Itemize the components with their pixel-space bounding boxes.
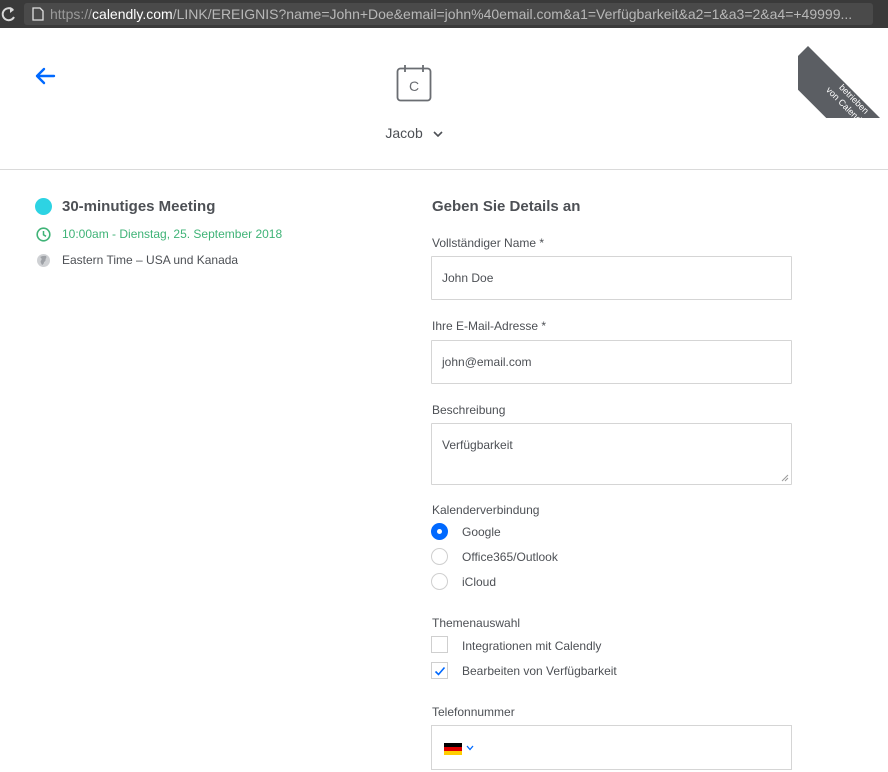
checkmark-icon xyxy=(434,666,446,676)
de-flag-icon[interactable] xyxy=(444,743,462,755)
back-arrow-icon[interactable] xyxy=(34,66,56,86)
url-field[interactable]: https://calendly.com/LINK/EREIGNIS?name=… xyxy=(24,3,873,25)
host-selector[interactable]: Jacob xyxy=(0,125,828,141)
globe-icon xyxy=(37,254,50,267)
radio-icloud[interactable] xyxy=(431,573,448,590)
description-value: Verfügbarkeit xyxy=(442,438,513,452)
calendly-logo-icon: C xyxy=(396,65,432,102)
page-header: C Jacob betrieben von Calendly xyxy=(0,28,888,170)
logo-letter: C xyxy=(409,78,419,94)
host-name: Jacob xyxy=(385,125,423,141)
event-name: 30-minutiges Meeting xyxy=(62,198,216,215)
event-time: 10:00am - Dienstag, 25. September 2018 xyxy=(62,227,283,241)
radio-office365-label[interactable]: Office365/Outlook xyxy=(462,550,558,564)
chevron-down-icon xyxy=(433,131,443,138)
name-label: Vollständiger Name * xyxy=(432,236,545,250)
email-label: Ihre E-Mail-Adresse * xyxy=(432,319,547,333)
powered-by-ribbon[interactable]: betrieben von Calendly xyxy=(798,28,888,118)
checkbox-integrationen[interactable] xyxy=(431,636,448,653)
checkbox-verfuegbarkeit[interactable] xyxy=(431,662,448,679)
phone-field[interactable] xyxy=(431,725,792,770)
url-text[interactable]: https://calendly.com/LINK/EREIGNIS?name=… xyxy=(50,6,870,22)
resize-handle-icon[interactable] xyxy=(781,474,789,482)
checkbox-integrationen-label[interactable]: Integrationen mit Calendly xyxy=(462,639,601,653)
chevron-down-icon[interactable] xyxy=(466,745,474,751)
name-field[interactable]: John Doe xyxy=(431,256,792,300)
topics-label: Themenauswahl xyxy=(432,616,521,630)
description-textarea[interactable]: Verfügbarkeit xyxy=(431,423,792,485)
event-color-dot xyxy=(35,198,52,215)
url-protocol: https:// xyxy=(50,6,93,22)
url-host: calendly.com xyxy=(92,6,173,22)
checkbox-verfuegbarkeit-label[interactable]: Bearbeiten von Verfügbarkeit xyxy=(462,664,617,678)
page-icon xyxy=(32,7,44,21)
description-label: Beschreibung xyxy=(432,403,506,417)
radio-office365[interactable] xyxy=(431,548,448,565)
form-title: Geben Sie Details an xyxy=(432,198,581,215)
event-timezone: Eastern Time – USA und Kanada xyxy=(62,253,239,267)
browser-address-bar: https://calendly.com/LINK/EREIGNIS?name=… xyxy=(0,0,888,28)
radio-google[interactable] xyxy=(431,523,448,540)
ribbon-band: betrieben von Calendly xyxy=(798,46,888,118)
reload-icon[interactable] xyxy=(1,5,17,23)
phone-label: Telefonnummer xyxy=(432,705,515,719)
url-path: /LINK/EREIGNIS?name=John+Doe&email=john%… xyxy=(172,6,853,22)
calendar-label: Kalenderverbindung xyxy=(432,503,540,517)
clock-icon xyxy=(36,227,51,242)
email-field[interactable]: john@email.com xyxy=(431,340,792,384)
radio-icloud-label[interactable]: iCloud xyxy=(462,575,496,589)
radio-google-label[interactable]: Google xyxy=(462,525,501,539)
